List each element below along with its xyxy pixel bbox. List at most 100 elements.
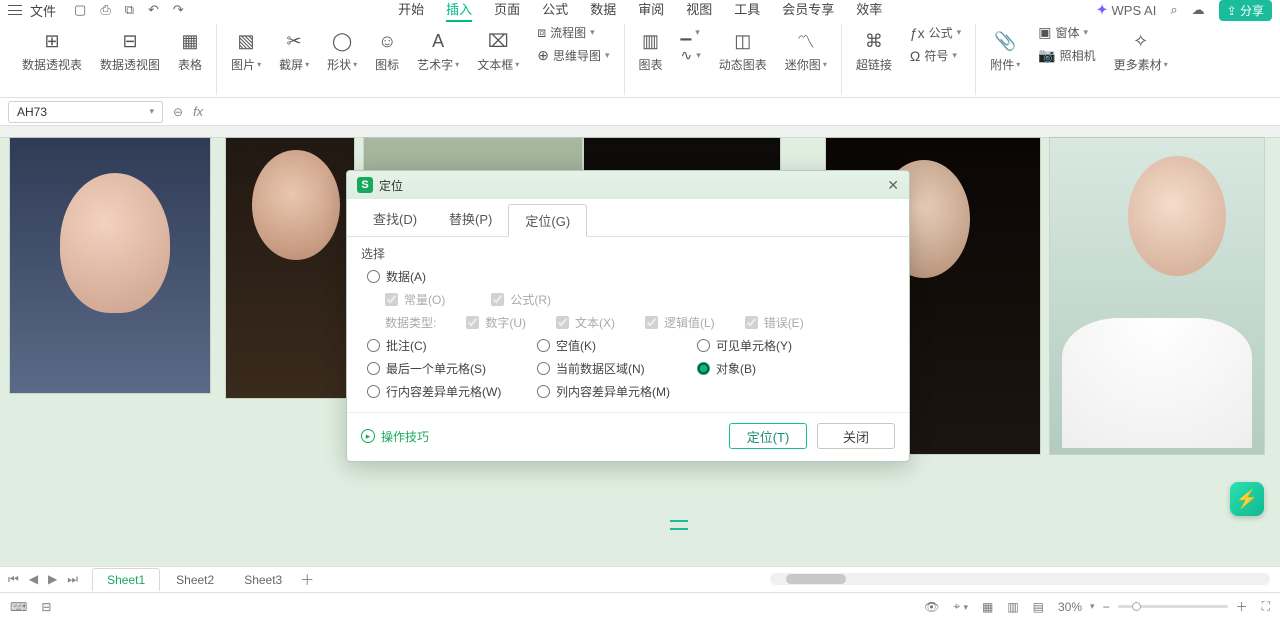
sheet-nav-prev-icon[interactable]: ◀ xyxy=(29,572,38,587)
image-object[interactable] xyxy=(10,138,210,393)
opt-blank[interactable]: 空值(K) xyxy=(537,337,697,354)
cancel-input-icon[interactable]: ⊖ xyxy=(173,105,183,119)
tips-link[interactable]: ▸操作技巧 xyxy=(361,428,429,445)
tab-find[interactable]: 查找(D) xyxy=(357,203,433,236)
tab-efficiency[interactable]: 效率 xyxy=(856,0,882,22)
image-object[interactable] xyxy=(1050,138,1264,454)
picture-button[interactable]: ▧图片▾ xyxy=(231,24,261,73)
dtype-label: 数据类型: xyxy=(385,314,436,331)
camera-button[interactable]: 📷照相机 xyxy=(1038,47,1095,64)
opt-logic: 逻辑值(L) xyxy=(645,314,715,331)
attachment-button[interactable]: 📎附件▾ xyxy=(990,24,1020,73)
screenshot-button[interactable]: ✂截屏▾ xyxy=(279,24,309,73)
target-icon[interactable]: ⌖ ▾ xyxy=(953,599,968,614)
tab-tools[interactable]: 工具 xyxy=(734,0,760,22)
section-label: 选择 xyxy=(361,245,895,262)
sparkline-button[interactable]: 〽迷你图▾ xyxy=(785,24,827,73)
sheet-tab[interactable]: Sheet2 xyxy=(162,569,228,591)
mini-chart-icon2[interactable]: ∿▾ xyxy=(681,47,701,64)
close-button[interactable]: 关闭 xyxy=(817,423,895,449)
name-box-value: AH73 xyxy=(17,105,47,119)
opt-object[interactable]: 对象(B) xyxy=(697,360,867,377)
preview-icon[interactable]: ⧉ xyxy=(125,2,134,18)
tab-member[interactable]: 会员专享 xyxy=(782,0,834,22)
sheet-tab[interactable]: Sheet1 xyxy=(92,568,160,591)
tab-page[interactable]: 页面 xyxy=(494,0,520,22)
split-icon[interactable]: ⊟ xyxy=(41,600,51,614)
opt-data[interactable]: 数据(A) xyxy=(367,268,537,285)
opt-lastcell[interactable]: 最后一个单元格(S) xyxy=(367,360,537,377)
close-icon[interactable]: ✕ xyxy=(887,177,899,194)
pivot-chart-button[interactable]: ⊟数据透视图 xyxy=(100,24,160,73)
goto-button[interactable]: 定位(T) xyxy=(729,423,807,449)
tab-replace[interactable]: 替换(P) xyxy=(433,203,508,236)
tab-review[interactable]: 审阅 xyxy=(638,0,664,22)
zoom-value[interactable]: 30% xyxy=(1058,600,1082,614)
fullscreen-icon[interactable]: ⛶ xyxy=(1262,599,1270,614)
add-sheet-button[interactable]: ＋ xyxy=(298,570,316,590)
zoom-out-icon[interactable]: − xyxy=(1103,600,1110,614)
opt-error: 错误(E) xyxy=(745,314,804,331)
chart-button[interactable]: ▥图表 xyxy=(639,24,663,73)
flowchart-button[interactable]: ⧈流程图▾ xyxy=(537,24,609,41)
redo-icon[interactable]: ↷ xyxy=(173,2,184,18)
page-break-marker xyxy=(670,520,688,530)
view-layout-icon[interactable]: ▤ xyxy=(1033,600,1044,614)
mini-chart-icon[interactable]: ▁▾ xyxy=(681,24,701,41)
keyboard-icon[interactable]: ⌨ xyxy=(10,600,27,614)
textbox-button[interactable]: ⌧文本框▾ xyxy=(477,24,519,73)
dynamic-chart-button[interactable]: ◫动态图表 xyxy=(719,24,767,73)
zoom-in-icon[interactable]: ＋ xyxy=(1236,598,1248,615)
symbol-button[interactable]: Ω符号▾ xyxy=(910,47,961,64)
window-button[interactable]: ▣窗体▾ xyxy=(1038,24,1095,41)
save-icon[interactable]: ▢ xyxy=(74,2,86,18)
tab-view[interactable]: 视图 xyxy=(686,0,712,22)
horizontal-scrollbar[interactable] xyxy=(770,573,1270,585)
shape-button[interactable]: ◯形状▾ xyxy=(327,24,357,73)
tab-data[interactable]: 数据 xyxy=(590,0,616,22)
sheet-tab[interactable]: Sheet3 xyxy=(230,569,296,591)
opt-number: 数字(U) xyxy=(466,314,526,331)
tab-goto[interactable]: 定位(G) xyxy=(508,204,587,237)
view-normal-icon[interactable]: ▦ xyxy=(982,600,993,614)
chevron-down-icon: ▾ xyxy=(149,106,154,117)
search-icon[interactable]: ⌕ xyxy=(1170,2,1177,18)
cloud-icon[interactable]: ☁ xyxy=(1192,2,1205,18)
tab-start[interactable]: 开始 xyxy=(398,0,424,22)
app-menu-icon[interactable] xyxy=(8,5,22,15)
pivot-table-button[interactable]: ⊞数据透视表 xyxy=(22,24,82,73)
tab-formula[interactable]: 公式 xyxy=(542,0,568,22)
sheet-nav-first-icon[interactable]: ⏮ xyxy=(8,572,19,587)
opt-rowdiff[interactable]: 行内容差异单元格(W) xyxy=(367,383,537,400)
opt-coldiff[interactable]: 列内容差异单元格(M) xyxy=(537,383,697,400)
tab-insert[interactable]: 插入 xyxy=(446,0,472,22)
image-object[interactable] xyxy=(226,138,354,398)
fx-icon[interactable]: fx xyxy=(193,104,203,119)
more-assets-button[interactable]: ✧更多素材▾ xyxy=(1114,24,1168,73)
opt-text: 文本(X) xyxy=(556,314,615,331)
column-headers[interactable] xyxy=(0,126,1280,138)
share-button[interactable]: ⇪ 分享 xyxy=(1219,0,1272,21)
zoom-slider[interactable] xyxy=(1118,605,1228,608)
formula-button[interactable]: ƒx公式▾ xyxy=(910,24,961,41)
wps-ai-button[interactable]: ✦WPS AI xyxy=(1097,2,1157,18)
opt-region[interactable]: 当前数据区域(N) xyxy=(537,360,697,377)
eye-icon[interactable]: 👁 xyxy=(924,600,939,614)
ai-float-button[interactable]: ⚡ xyxy=(1230,482,1264,516)
print-icon[interactable]: ⎙ xyxy=(100,2,110,18)
table-button[interactable]: ▦表格 xyxy=(178,24,202,73)
view-pagebreak-icon[interactable]: ▥ xyxy=(1007,600,1018,614)
sheet-nav-next-icon[interactable]: ▶ xyxy=(48,572,57,587)
hyperlink-button[interactable]: ⌘超链接 xyxy=(856,24,892,73)
sheet-nav-last-icon[interactable]: ⏭ xyxy=(67,572,78,587)
undo-icon[interactable]: ↶ xyxy=(148,2,159,18)
icon-button[interactable]: ☺图标 xyxy=(375,24,399,73)
main-tabs: 开始 插入 页面 公式 数据 审阅 视图 工具 会员专享 效率 xyxy=(398,0,882,22)
opt-visible[interactable]: 可见单元格(Y) xyxy=(697,337,867,354)
dialog-title: 定位 xyxy=(379,177,403,194)
opt-comment[interactable]: 批注(C) xyxy=(367,337,537,354)
file-menu[interactable]: 文件 xyxy=(30,1,56,20)
name-box[interactable]: AH73 ▾ xyxy=(8,101,163,123)
mindmap-button[interactable]: ⊕思维导图▾ xyxy=(537,47,609,64)
wordart-button[interactable]: A艺术字▾ xyxy=(417,24,459,73)
